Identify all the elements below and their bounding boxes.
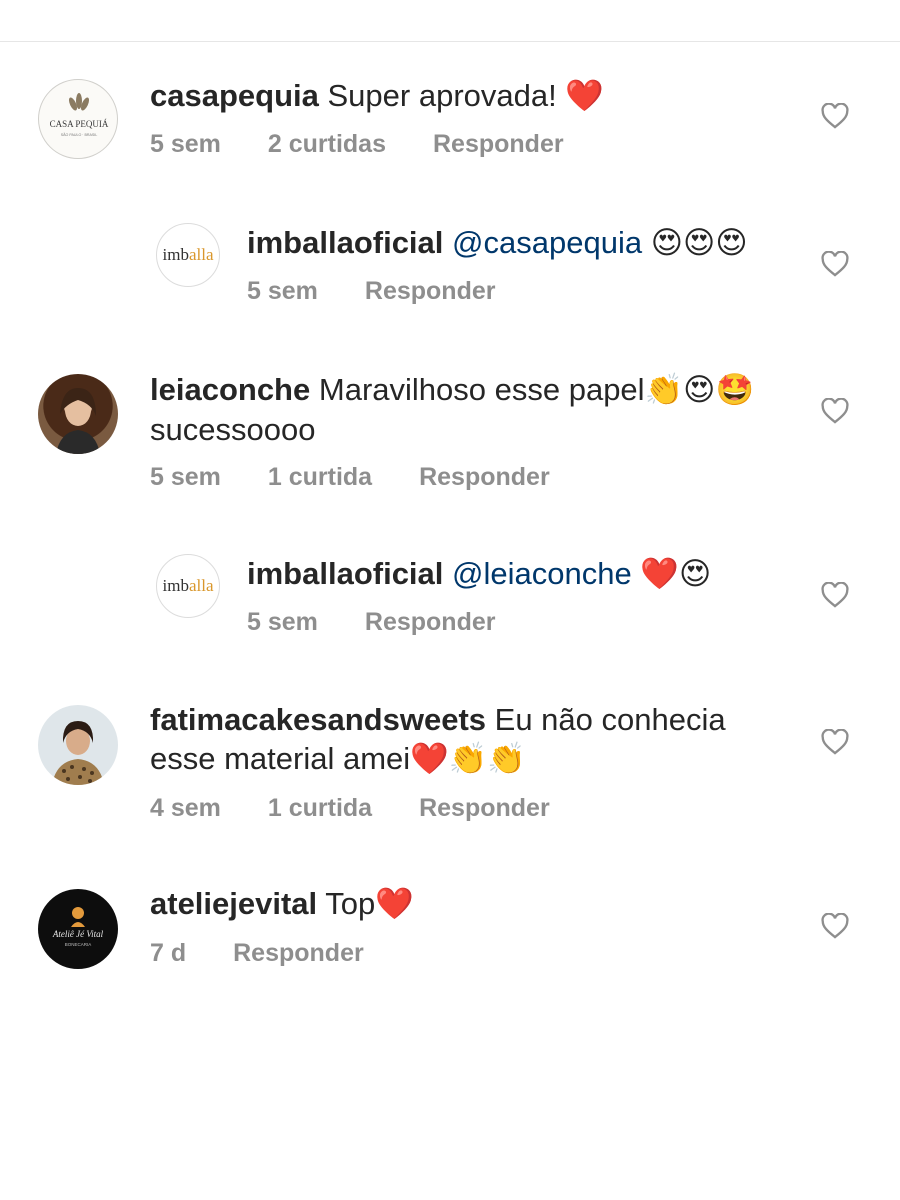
comment-text: fatimacakesandsweets Eu não conhecia ess… — [150, 700, 790, 779]
imballa-logo: imballa — [162, 245, 214, 264]
comment-body: Top — [325, 886, 376, 921]
reply-button[interactable]: Responder — [233, 939, 364, 968]
emoji-text: ❤️👏👏 — [410, 741, 526, 777]
reply-button[interactable]: Responder — [419, 794, 550, 823]
avatar[interactable]: imballa — [156, 554, 220, 618]
username[interactable]: fatimacakesandsweets — [150, 702, 486, 737]
svg-text:Ateliê Jé Vital: Ateliê Jé Vital — [52, 929, 104, 939]
username[interactable]: ateliejevital — [150, 886, 317, 921]
username[interactable]: imballaoficial — [247, 225, 443, 260]
comment-body-line2: sucessoooo — [150, 412, 316, 447]
username[interactable]: casapequia — [150, 78, 319, 113]
reply-button[interactable]: Responder — [433, 130, 564, 159]
emoji-text: 😍😍😍 — [650, 225, 748, 261]
timestamp: 5 sem — [150, 130, 221, 158]
timestamp: 5 sem — [247, 277, 318, 305]
comment-body-line2: esse material amei — [150, 741, 411, 776]
comment-meta: 5 sem 1 curtida Responder — [150, 463, 550, 492]
svg-text:SÃO PAULO · BRASIL: SÃO PAULO · BRASIL — [61, 132, 97, 137]
profile-photo — [52, 721, 104, 785]
like-heart-icon[interactable] — [821, 251, 849, 277]
svg-text:CASA PEQUIÁ: CASA PEQUIÁ — [50, 119, 109, 129]
avatar[interactable] — [38, 374, 118, 454]
username[interactable]: imballaoficial — [247, 556, 443, 591]
mention-link[interactable]: @leiaconche — [452, 556, 632, 591]
likes-count[interactable]: 2 curtidas — [268, 130, 386, 159]
comment-body: Super aprovada! — [327, 78, 566, 113]
profile-photo — [56, 388, 100, 454]
avatar[interactable] — [38, 705, 118, 785]
like-heart-icon[interactable] — [821, 913, 849, 939]
like-heart-icon[interactable] — [821, 729, 849, 755]
username[interactable]: leiaconche — [150, 372, 310, 407]
like-heart-icon[interactable] — [821, 582, 849, 608]
svg-text:BONECARIA: BONECARIA — [65, 942, 92, 947]
comment-meta: 5 sem Responder — [247, 608, 495, 637]
avatar[interactable]: imballa — [156, 223, 220, 287]
comment-text: imballaoficial @leiaconche ❤️😍 — [247, 554, 887, 594]
reply-button[interactable]: Responder — [365, 608, 496, 637]
timestamp: 7 d — [150, 939, 187, 967]
atelie-je-vital-logo: Ateliê Jé Vital BONECARIA — [52, 907, 104, 947]
comment-meta: 7 d Responder — [150, 939, 364, 968]
likes-count[interactable]: 1 curtida — [268, 463, 372, 492]
mention-link[interactable]: @casapequia — [452, 225, 642, 260]
heart-emoji: ❤️ — [565, 78, 604, 114]
emoji-text: ❤️😍 — [640, 556, 712, 592]
timestamp: 5 sem — [247, 608, 318, 636]
comment-text: imballaoficial @casapequia 😍😍😍 — [247, 223, 887, 263]
comment-meta: 4 sem 1 curtida Responder — [150, 794, 550, 823]
comment-body: Maravilhoso esse papel — [318, 372, 645, 407]
timestamp: 4 sem — [150, 794, 221, 822]
casa-pequia-logo: CASA PEQUIÁ SÃO PAULO · BRASIL — [50, 93, 109, 137]
reply-button[interactable]: Responder — [419, 463, 550, 492]
comment-meta: 5 sem 2 curtidas Responder — [150, 130, 564, 159]
likes-count[interactable]: 1 curtida — [268, 794, 372, 823]
top-divider — [0, 41, 900, 42]
timestamp: 5 sem — [150, 463, 221, 491]
comment-text: casapequia Super aprovada! ❤️ — [150, 76, 790, 116]
comment-meta: 5 sem Responder — [247, 277, 495, 306]
comment-text: leiaconche Maravilhoso esse papel👏😍🤩 suc… — [150, 370, 790, 449]
like-heart-icon[interactable] — [821, 398, 849, 424]
avatar[interactable]: Ateliê Jé Vital BONECARIA — [38, 889, 118, 969]
emoji-text: 👏😍🤩 — [644, 372, 755, 408]
heart-emoji: ❤️ — [375, 886, 414, 922]
avatar[interactable]: CASA PEQUIÁ SÃO PAULO · BRASIL — [38, 79, 118, 159]
comment-body: Eu não conhecia — [494, 702, 726, 737]
comment-text: ateliejevital Top❤️ — [150, 884, 790, 924]
imballa-logo: imballa — [162, 576, 214, 595]
like-heart-icon[interactable] — [821, 103, 849, 129]
reply-button[interactable]: Responder — [365, 277, 496, 306]
